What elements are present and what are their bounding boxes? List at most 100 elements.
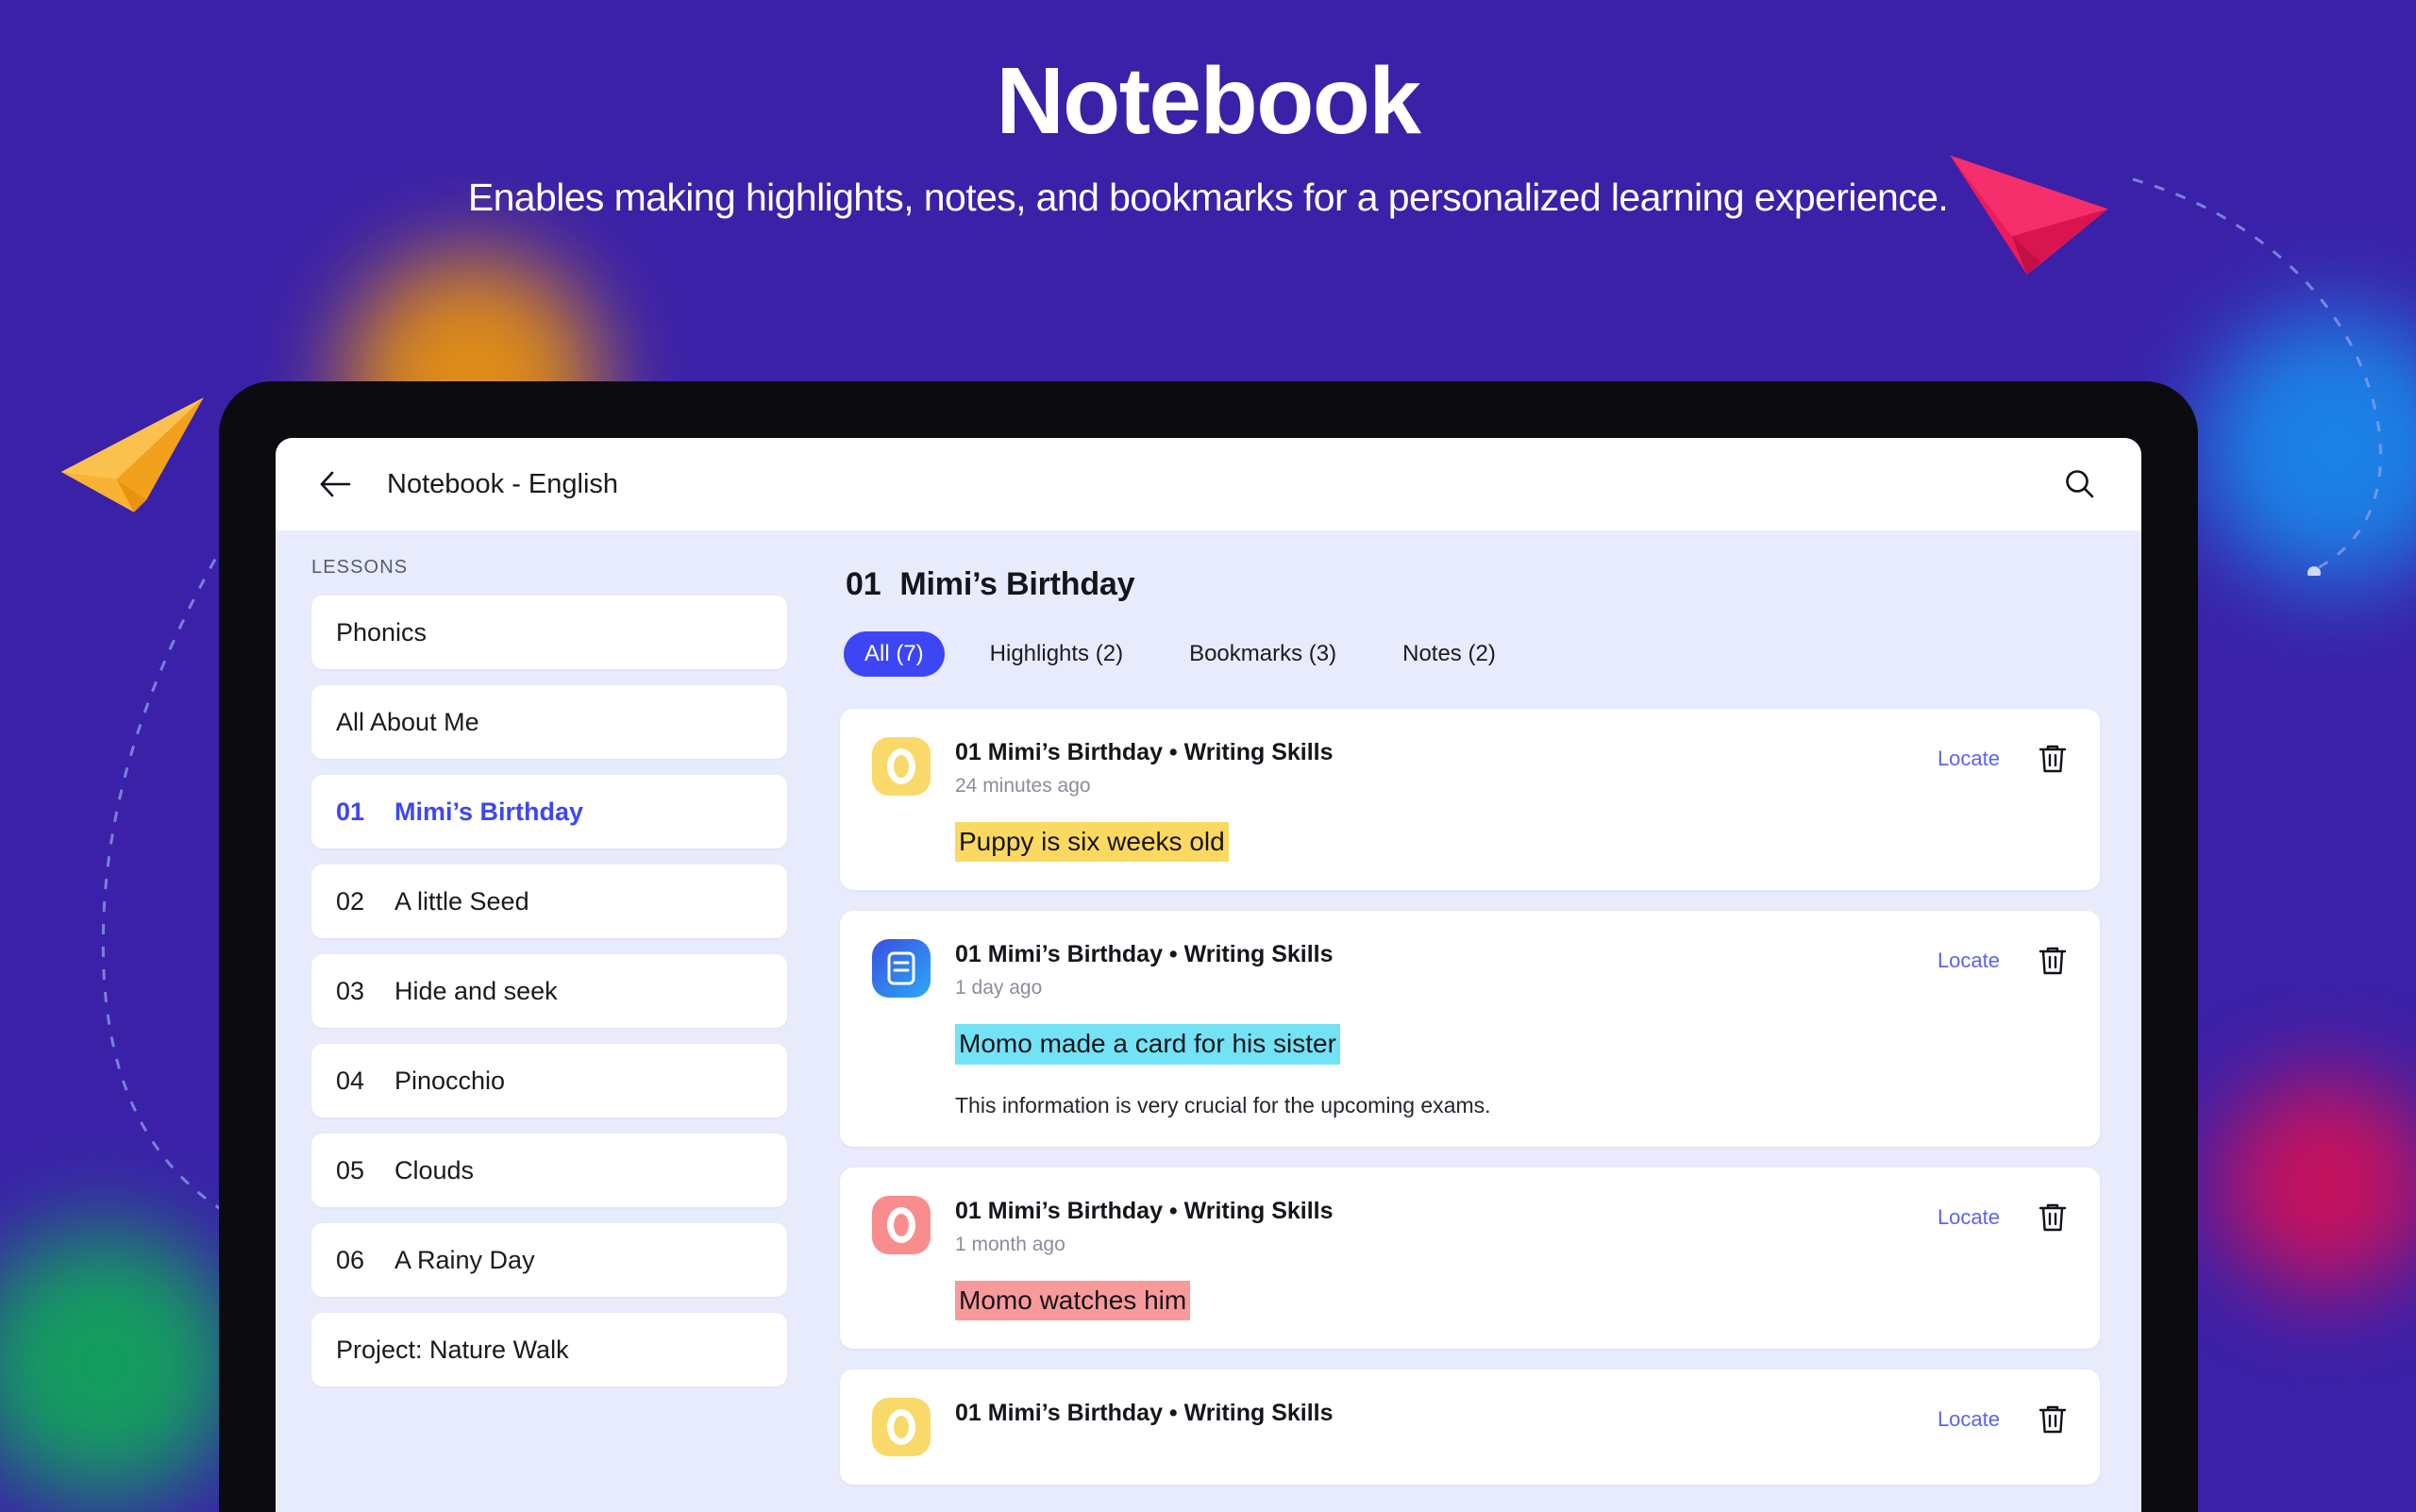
content-lesson-number: 01 (846, 566, 881, 602)
filter-chip-all[interactable]: All (7) (844, 631, 945, 677)
bookmark-ring-icon (872, 1195, 931, 1254)
sidebar-item-clouds[interactable]: 05 Clouds (311, 1134, 787, 1207)
lesson-title: A Rainy Day (394, 1245, 535, 1274)
notebook-content: 01 Mimi’s Birthday All (7) Highlights (2)… (814, 530, 2141, 1512)
bookmark-ring-icon (872, 1398, 931, 1457)
notebook-entry-card[interactable]: 01 Mimi’s Birthday • Writing Skills 1 mo… (840, 1167, 2100, 1350)
card-header: 01 Mimi’s Birthday • Writing Skills 1 mo… (872, 1195, 2068, 1256)
lesson-number: 04 (336, 1066, 365, 1095)
filter-chip-bookmarks[interactable]: Bookmarks (3) (1168, 631, 1357, 677)
lesson-title: Mimi’s Birthday (394, 797, 584, 826)
lesson-number: 02 (336, 886, 365, 916)
delete-button[interactable] (2038, 1201, 2068, 1234)
ring-glyph (887, 1409, 915, 1446)
card-meta: 01 Mimi’s Birthday • Writing Skills 1 mo… (955, 1196, 1938, 1256)
card-meta: 01 Mimi’s Birthday • Writing Skills 1 da… (955, 939, 1938, 1000)
page-title: Notebook (996, 48, 1421, 154)
card-actions: Locate (1938, 737, 2068, 775)
card-meta: 01 Mimi’s Birthday • Writing Skills 24 m… (955, 737, 1938, 798)
lesson-title: Pinocchio (394, 1066, 506, 1095)
lesson-title: Project: Nature Walk (336, 1335, 569, 1364)
tablet-device-frame: Notebook - English LESSONS Phonics All A… (219, 381, 2198, 1512)
lesson-title: Hide and seek (394, 976, 558, 1005)
filter-chip-notes[interactable]: Notes (2) (1382, 631, 1517, 677)
sidebar-item-project-nature-walk[interactable]: Project: Nature Walk (311, 1313, 787, 1386)
card-actions: Locate (1938, 939, 2068, 977)
lesson-title: Phonics (336, 617, 428, 647)
delete-button[interactable] (2038, 945, 2068, 977)
card-timestamp: 1 month ago (955, 1233, 1065, 1255)
sidebar-item-all-about-me[interactable]: All About Me (311, 685, 787, 759)
search-icon (2066, 470, 2094, 498)
app-bar: Notebook - English (276, 438, 2141, 530)
trash-icon (2038, 1405, 2067, 1434)
lesson-title: Clouds (394, 1155, 475, 1184)
content-lesson-title: Mimi’s Birthday (899, 566, 1135, 602)
locate-link[interactable]: Locate (1938, 949, 2000, 973)
sidebar-item-phonics[interactable]: Phonics (311, 596, 787, 669)
lesson-title: A little Seed (394, 886, 529, 916)
filter-chip-highlights[interactable]: Highlights (2) (969, 631, 1144, 677)
trash-icon (2038, 948, 2067, 975)
app-bar-title: Notebook - English (387, 468, 619, 499)
blue-glow-blob (2199, 311, 2416, 585)
notebook-entry-card[interactable]: 01 Mimi’s Birthday • Writing Skills 24 m… (840, 709, 2100, 891)
trash-icon (2038, 745, 2067, 773)
sidebar-item-hide-and-seek[interactable]: 03 Hide and seek (311, 954, 787, 1028)
card-body: Puppy is six weeks old (872, 798, 2068, 863)
card-source-label: 01 Mimi’s Birthday • Writing Skills (955, 1197, 1334, 1224)
card-timestamp: 1 day ago (955, 977, 1043, 1000)
trash-icon (2038, 1203, 2067, 1231)
card-source-label: 01 Mimi’s Birthday • Writing Skills (955, 941, 1334, 968)
back-button[interactable] (313, 462, 357, 506)
sidebar-item-pinocchio[interactable]: 04 Pinocchio (311, 1044, 787, 1117)
red-glow-blob (2218, 1076, 2416, 1293)
app-body: LESSONS Phonics All About Me 01 Mimi’s B… (276, 530, 2141, 1512)
search-button[interactable] (2058, 462, 2102, 506)
card-body: Momo made a card for his sister (872, 1000, 2068, 1065)
lesson-number: 05 (336, 1155, 365, 1184)
delete-button[interactable] (2038, 1403, 2068, 1436)
card-header: 01 Mimi’s Birthday • Writing Skills 1 da… (872, 939, 2068, 1000)
card-meta: 01 Mimi’s Birthday • Writing Skills (955, 1398, 1938, 1427)
sidebar-item-a-rainy-day[interactable]: 06 A Rainy Day (311, 1223, 787, 1297)
card-timestamp: 24 minutes ago (955, 775, 1091, 797)
app-screen: Notebook - English LESSONS Phonics All A… (276, 438, 2141, 1512)
content-lesson-heading: 01 Mimi’s Birthday (846, 566, 2100, 603)
card-header: 01 Mimi’s Birthday • Writing Skills Loca… (872, 1398, 2068, 1457)
lesson-title: All About Me (336, 707, 479, 736)
card-actions: Locate (1938, 1398, 2068, 1436)
sidebar-item-mimis-birthday[interactable]: 01 Mimi’s Birthday (311, 775, 787, 848)
lessons-sidebar: LESSONS Phonics All About Me 01 Mimi’s B… (276, 530, 814, 1512)
highlight-text: Puppy is six weeks old (955, 822, 1229, 863)
lesson-number: 01 (336, 797, 365, 826)
card-actions: Locate (1938, 1196, 2068, 1234)
green-glow-blob (0, 1227, 241, 1501)
filter-chip-group: All (7) Highlights (2) Bookmarks (3) Not… (840, 631, 2100, 677)
card-source-label: 01 Mimi’s Birthday • Writing Skills (955, 739, 1334, 765)
ring-glyph (887, 1206, 915, 1243)
locate-link[interactable]: Locate (1938, 1407, 2000, 1432)
notebook-entry-card[interactable]: 01 Mimi’s Birthday • Writing Skills Loca… (840, 1369, 2100, 1486)
card-body: Momo watches him (872, 1256, 2068, 1321)
card-source-label: 01 Mimi’s Birthday • Writing Skills (955, 1400, 1334, 1427)
ring-glyph (887, 748, 915, 784)
paper-plane-icon-yellow (60, 397, 204, 512)
arrow-left-icon (320, 471, 351, 497)
note-glyph (887, 951, 915, 985)
delete-button[interactable] (2038, 743, 2068, 775)
hero-section: Notebook Enables making highlights, note… (0, 49, 2416, 220)
lesson-number: 06 (336, 1245, 365, 1274)
locate-link[interactable]: Locate (1938, 1205, 2000, 1230)
note-text: This information is very crucial for the… (955, 1092, 1491, 1117)
lesson-number: 03 (336, 976, 365, 1005)
note-icon (872, 939, 931, 999)
highlight-text: Momo made a card for his sister (955, 1024, 1340, 1065)
notebook-entry-card[interactable]: 01 Mimi’s Birthday • Writing Skills 1 da… (840, 911, 2100, 1147)
page-subtitle: Enables making highlights, notes, and bo… (467, 176, 1949, 219)
locate-link[interactable]: Locate (1938, 747, 2000, 771)
sidebar-section-label: LESSONS (311, 557, 409, 578)
highlight-text: Momo watches him (955, 1280, 1191, 1321)
bookmark-ring-icon (872, 737, 931, 796)
sidebar-item-a-little-seed[interactable]: 02 A little Seed (311, 865, 787, 938)
